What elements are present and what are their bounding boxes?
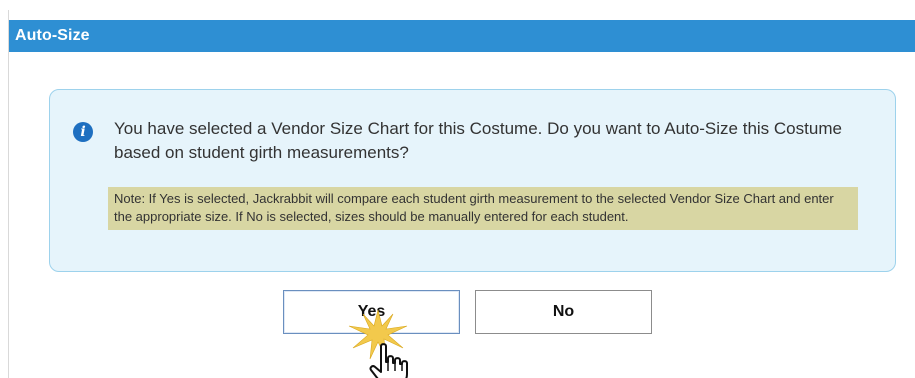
info-message-box: i You have selected a Vendor Size Chart … (49, 89, 896, 272)
hand-pointer-icon (369, 343, 408, 378)
no-button-label: No (552, 303, 575, 320)
info-message-text: You have selected a Vendor Size Chart fo… (114, 119, 842, 162)
info-circle-icon: i (73, 122, 93, 142)
auto-size-dialog: Auto-Size i You have selected a Vendor S… (8, 10, 915, 378)
dialog-titlebar: Auto-Size (9, 20, 915, 52)
dialog-title: Auto-Size (15, 27, 90, 44)
note-text: Note: If Yes is selected, Jackrabbit wil… (108, 187, 858, 230)
no-button[interactable]: No (475, 290, 652, 334)
page: Auto-Size i You have selected a Vendor S… (0, 0, 915, 378)
